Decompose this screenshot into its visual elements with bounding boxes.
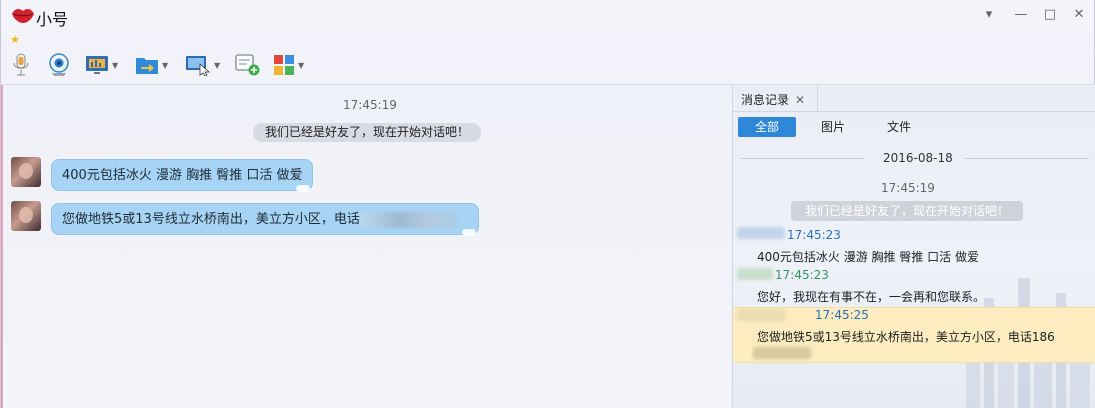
remote-desktop-button[interactable]: ▼ bbox=[185, 50, 220, 80]
microphone-icon bbox=[13, 53, 29, 76]
star-icon: ★ bbox=[10, 33, 20, 46]
tab-label: 消息记录 bbox=[741, 93, 790, 107]
screen-share-button[interactable]: ▼ bbox=[85, 50, 118, 80]
message-time: 17:45:19 bbox=[343, 98, 397, 112]
filter-files-button[interactable]: 文件 bbox=[874, 117, 924, 137]
tab-underline bbox=[733, 111, 1095, 112]
close-icon[interactable]: ✕ bbox=[795, 93, 805, 107]
screen-share-icon bbox=[86, 56, 108, 74]
webcam-icon bbox=[49, 53, 69, 76]
file-transfer-icon bbox=[136, 58, 158, 74]
history-entry-time: 17:45:25 bbox=[815, 308, 869, 322]
history-entry-text: 您好，我现在有事不在，一会再和您联系。 bbox=[757, 290, 986, 304]
redacted-phone bbox=[753, 347, 811, 359]
close-button[interactable]: ✕ bbox=[1069, 6, 1089, 24]
history-system-message: 我们已经是好友了，现在开始对话吧！ bbox=[791, 201, 1024, 221]
filter-all-button[interactable]: 全部 bbox=[738, 117, 796, 137]
date-divider bbox=[741, 158, 865, 159]
chat-window: 小号 ▾ — □ ✕ ★ ▼ ▼ ▼ ▼ 17:45:19 我们已经是好友了，现… bbox=[0, 0, 1095, 408]
sender-name-redacted bbox=[737, 309, 785, 321]
title-bar[interactable]: 小号 ▾ — □ ✕ bbox=[1, 0, 1094, 32]
send-message-button[interactable] bbox=[235, 50, 261, 80]
chevron-down-icon[interactable]: ▼ bbox=[112, 61, 118, 70]
history-entry-text: 您做地铁5或13号线立水桥南出，美立方小区，电话186 bbox=[757, 330, 1055, 344]
chat-area: 17:45:19 我们已经是好友了，现在开始对话吧！ 400元包括冰火 漫游 胸… bbox=[1, 85, 731, 408]
window-title: 小号 bbox=[36, 10, 69, 29]
history-entry-time: 17:45:23 bbox=[775, 268, 829, 282]
apps-grid-icon bbox=[274, 55, 294, 75]
voice-call-button[interactable] bbox=[11, 50, 31, 80]
history-entry-time: 17:45:23 bbox=[787, 228, 841, 242]
chevron-down-icon[interactable]: ▼ bbox=[162, 61, 168, 70]
apps-button[interactable]: ▼ bbox=[273, 50, 304, 80]
message-bubble[interactable]: 400元包括冰火 漫游 胸推 臀推 口活 做爱 bbox=[51, 159, 314, 192]
system-message: 我们已经是好友了，现在开始对话吧！ bbox=[253, 123, 482, 142]
bubble-decoration bbox=[461, 229, 476, 236]
chevron-down-icon[interactable]: ▼ bbox=[298, 61, 304, 70]
message-history-panel: 消息记录 ✕ 全部 图片 文件 2016-08-18 17:45:19 我们已经是… bbox=[732, 85, 1095, 408]
filter-images-button[interactable]: 图片 bbox=[808, 117, 858, 137]
toolbar: ▼ ▼ ▼ ▼ bbox=[1, 50, 331, 82]
history-time: 17:45:19 bbox=[881, 181, 935, 195]
minimize-button[interactable]: — bbox=[1011, 6, 1031, 24]
history-date: 2016-08-18 bbox=[883, 151, 953, 165]
remote-desktop-icon bbox=[186, 56, 211, 76]
menu-dropdown-icon[interactable]: ▾ bbox=[979, 6, 999, 24]
bubble-decoration bbox=[296, 185, 311, 192]
tab-message-history[interactable]: 消息记录 ✕ bbox=[741, 89, 805, 111]
add-message-icon bbox=[235, 54, 260, 76]
date-divider bbox=[965, 158, 1089, 159]
video-call-button[interactable] bbox=[47, 50, 71, 80]
maximize-button[interactable]: □ bbox=[1040, 6, 1060, 24]
file-transfer-button[interactable]: ▼ bbox=[135, 50, 168, 80]
avatar[interactable] bbox=[11, 157, 41, 187]
sender-name-redacted bbox=[737, 268, 773, 280]
history-entry-text: 400元包括冰火 漫游 胸推 臀推 口活 做爱 bbox=[757, 250, 979, 264]
message-text: 400元包括冰火 漫游 胸推 臀推 口活 做爱 bbox=[62, 168, 303, 183]
message-text: 您做地铁5或13号线立水桥南出，美立方小区，电话 bbox=[62, 212, 360, 227]
redacted-phone bbox=[359, 211, 458, 228]
lips-icon bbox=[12, 9, 34, 23]
chevron-down-icon[interactable]: ▼ bbox=[214, 61, 220, 70]
tab-divider bbox=[817, 85, 818, 111]
message-bubble[interactable]: 您做地铁5或13号线立水桥南出，美立方小区，电话 bbox=[51, 203, 479, 236]
sender-name-redacted bbox=[737, 227, 785, 239]
avatar[interactable] bbox=[11, 201, 41, 231]
